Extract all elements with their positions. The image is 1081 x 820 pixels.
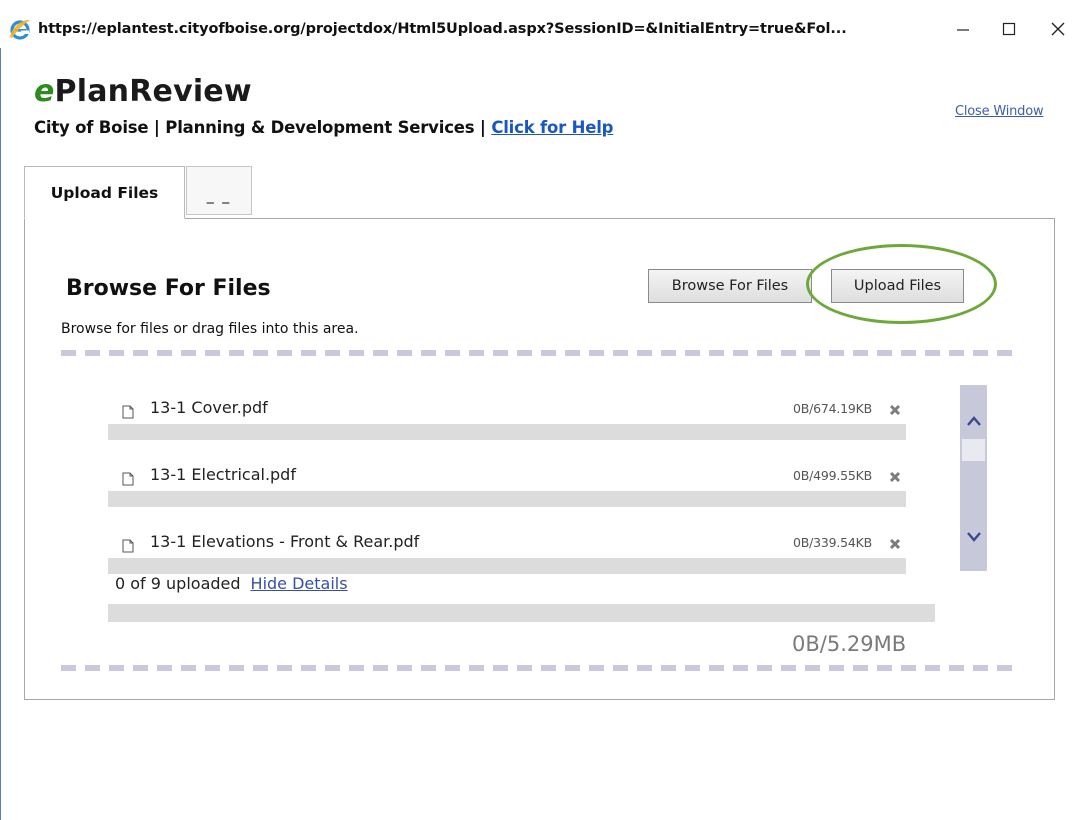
close-icon <box>1051 22 1065 36</box>
scroll-up-button[interactable] <box>960 409 987 433</box>
scroll-thumb[interactable] <box>962 439 985 461</box>
close-window-link[interactable]: Close Window <box>955 104 1044 119</box>
remove-file-icon[interactable] <box>888 537 902 551</box>
file-name: 13-1 Elevations - Front & Rear.pdf <box>150 532 420 551</box>
file-row: 13-1 Electrical.pdf 0B/499.55KB <box>108 465 906 521</box>
brand-name: PlanReview <box>54 74 252 109</box>
file-size: 0B/499.55KB <box>792 468 872 483</box>
file-icon <box>122 539 134 553</box>
total-size: 0B/5.29MB <box>792 632 907 656</box>
section-title: Browse For Files <box>66 276 271 301</box>
file-progress-bar <box>108 558 906 574</box>
ie-icon <box>10 19 30 40</box>
drop-zone-border-top <box>61 350 1018 356</box>
file-progress-bar <box>108 424 906 440</box>
remove-file-icon[interactable] <box>888 470 902 484</box>
file-name: 13-1 Cover.pdf <box>150 398 268 417</box>
file-size: 0B/339.54KB <box>792 535 872 550</box>
brand-logo: ePlanReview <box>34 74 252 109</box>
brand-prefix: e <box>34 74 55 109</box>
chevron-down-icon <box>966 532 981 542</box>
upload-count: 0 of 9 uploaded <box>115 574 241 593</box>
upload-summary: 0 of 9 uploaded Hide Details <box>115 574 348 593</box>
file-icon <box>122 405 134 419</box>
minimize-button[interactable] <box>940 12 986 46</box>
file-size: 0B/674.19KB <box>792 401 872 416</box>
org-text: City of Boise | Planning & Development S… <box>34 118 492 137</box>
drop-zone-border-bottom <box>61 665 1018 671</box>
tab-placeholder[interactable]: _ _ <box>186 166 252 215</box>
file-row: 13-1 Cover.pdf 0B/674.19KB <box>108 398 906 454</box>
window-title: https://eplantest.cityofboise.org/projec… <box>38 21 847 37</box>
file-name: 13-1 Electrical.pdf <box>150 465 296 484</box>
org-line: City of Boise | Planning & Development S… <box>34 118 613 137</box>
browse-files-button[interactable]: Browse For Files <box>648 269 812 303</box>
total-progress-bar <box>108 604 935 622</box>
upload-files-button[interactable]: Upload Files <box>831 269 964 303</box>
file-list-scrollbar[interactable] <box>960 385 987 571</box>
file-progress-bar <box>108 491 906 507</box>
window-border <box>0 0 1 820</box>
drop-hint: Browse for files or drag files into this… <box>61 321 359 337</box>
chevron-up-icon <box>966 416 981 426</box>
hide-details-link[interactable]: Hide Details <box>251 574 348 593</box>
close-button[interactable] <box>1035 12 1081 46</box>
maximize-button[interactable] <box>986 12 1032 46</box>
tab-upload-files[interactable]: Upload Files <box>24 166 185 219</box>
remove-file-icon[interactable] <box>888 403 902 417</box>
help-link[interactable]: Click for Help <box>491 118 613 137</box>
title-bar: https://eplantest.cityofboise.org/projec… <box>0 0 1081 48</box>
file-icon <box>122 472 134 486</box>
minimize-icon <box>957 29 969 31</box>
maximize-icon <box>1002 22 1016 36</box>
scroll-down-button[interactable] <box>960 525 987 549</box>
